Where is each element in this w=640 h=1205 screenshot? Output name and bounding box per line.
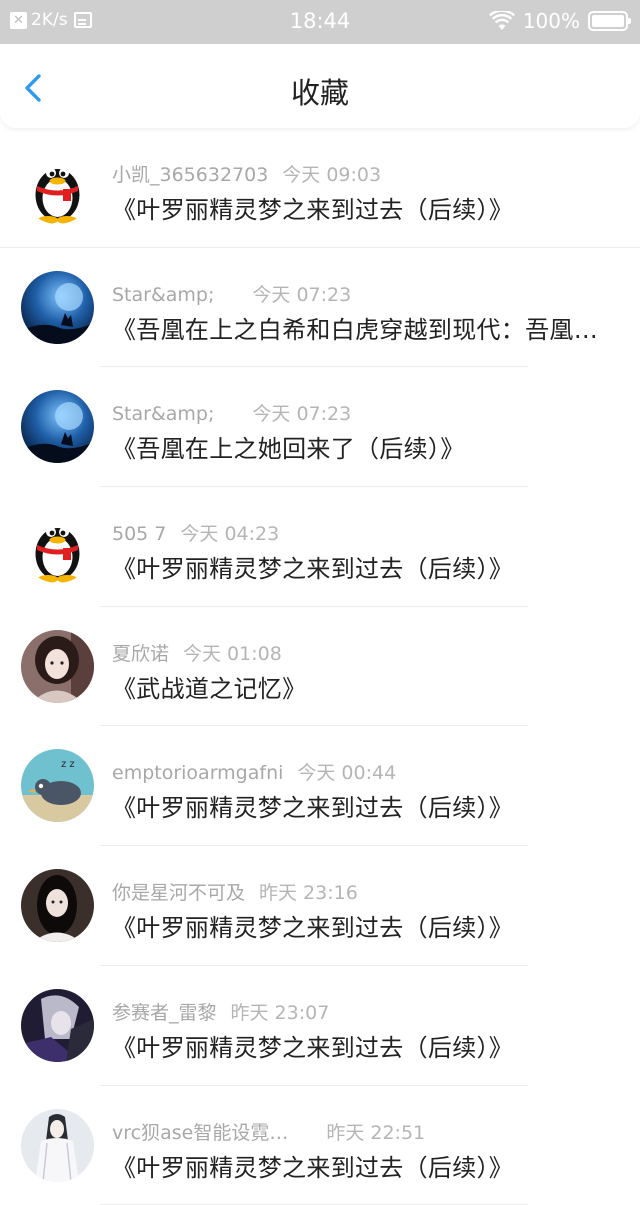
username: Star&amp; <box>112 403 215 426</box>
item-meta: 505 7 今天 04:23 <box>112 519 279 546</box>
username: 505 7 <box>112 523 167 546</box>
avatar <box>21 390 94 464</box>
cartoon-bird-avatar-image: z z <box>21 749 94 823</box>
timestamp: 今天 04:23 <box>180 523 280 546</box>
item-meta: emptorioarmgafni 今天 00:44 <box>112 758 396 785</box>
item-meta: 小凯_365632703 今天 09:03 <box>112 160 381 187</box>
username: emptorioarmgafni <box>112 762 284 785</box>
item-title: 《叶罗丽精灵梦之来到过去（后续）》 <box>112 914 514 943</box>
list-item[interactable]: 小凯_365632703 今天 09:03 《叶罗丽精灵梦之来到过去（后续）》 <box>0 128 640 248</box>
favorites-list: 小凯_365632703 今天 09:03 《叶罗丽精灵梦之来到过去（后续）》 S… <box>0 128 640 1205</box>
qq-penguin-icon <box>21 510 94 584</box>
item-meta: Star&amp; 今天 07:23 <box>112 280 351 307</box>
avatar: z z <box>21 749 94 823</box>
list-item[interactable]: Star&amp; 今天 07:23 《吾凰在上之白希和白虎穿越到现代：吾凰… <box>0 248 640 368</box>
girl-dark-hair-avatar-image <box>21 869 94 943</box>
battery-level: 100% <box>522 9 580 33</box>
list-item[interactable]: 你是星河不可及 昨天 23:16 《叶罗丽精灵梦之来到过去（后续）》 <box>0 846 640 966</box>
list-item[interactable]: 505 7 今天 04:23 《叶罗丽精灵梦之来到过去（后续）》 <box>0 487 640 607</box>
night-sky-avatar-image <box>21 390 94 464</box>
timestamp: 今天 01:08 <box>183 642 282 665</box>
item-meta: Star&amp; 今天 07:23 <box>112 399 351 426</box>
username: 夏欣诺 <box>112 642 170 665</box>
item-title: 《叶罗丽精灵梦之来到过去（后续）》 <box>112 555 514 584</box>
timestamp: 今天 07:23 <box>252 283 352 306</box>
timestamp: 昨天 22:51 <box>326 1121 426 1144</box>
list-item[interactable]: Star&amp; 今天 07:23 《吾凰在上之她回来了（后续）》 <box>0 367 640 488</box>
username: vrc狈ase智能设霓… <box>112 1121 289 1144</box>
item-title: 《叶罗丽精灵梦之来到过去（后续）》 <box>112 196 514 224</box>
item-meta: 参赛者_雷黎 昨天 23:07 <box>112 998 329 1025</box>
avatar <box>21 1108 94 1182</box>
item-meta: 夏欣诺 今天 01:08 <box>112 639 282 666</box>
username: 参赛者_雷黎 <box>112 1001 217 1024</box>
avatar <box>21 629 94 703</box>
anime-dark-avatar-image <box>21 988 94 1062</box>
item-title: 《吾凰在上之她回来了（后续）》 <box>112 435 465 464</box>
svg-text:z z: z z <box>61 759 75 770</box>
item-meta: vrc狈ase智能设霓… 昨天 22:51 <box>112 1118 425 1145</box>
item-title: 《叶罗丽精灵梦之来到过去（后续）》 <box>112 1153 514 1182</box>
item-meta: 你是星河不可及 昨天 23:16 <box>112 878 358 905</box>
girl-portrait-avatar-image <box>21 629 94 703</box>
username: 小凯_365632703 <box>112 164 269 186</box>
wifi-icon <box>488 11 515 30</box>
avatar <box>21 510 94 584</box>
timestamp: 今天 00:44 <box>297 762 397 785</box>
qq-penguin-icon <box>21 151 94 224</box>
night-sky-avatar-image <box>21 270 94 344</box>
timestamp: 昨天 23:16 <box>259 882 358 905</box>
battery-icon <box>588 11 631 31</box>
avatar <box>21 270 94 344</box>
status-right: 100% <box>488 9 631 33</box>
list-item[interactable]: vrc狈ase智能设霓… 昨天 22:51 《叶罗丽精灵梦之来到过去（后续）》 <box>0 1086 640 1205</box>
list-item[interactable]: 参赛者_雷黎 昨天 23:07 《叶罗丽精灵梦之来到过去（后续）》 <box>0 966 640 1086</box>
avatar <box>21 988 94 1062</box>
username: Star&amp; <box>112 283 215 306</box>
timestamp: 今天 07:23 <box>252 403 352 426</box>
timestamp: 昨天 23:07 <box>230 1001 330 1024</box>
timestamp: 今天 09:03 <box>282 164 382 186</box>
avatar <box>21 869 94 943</box>
page-title: 收藏 <box>290 76 349 110</box>
username: 你是星河不可及 <box>112 882 246 905</box>
item-title: 《武战道之记忆》 <box>112 674 307 703</box>
avatar <box>21 151 94 224</box>
item-title: 《吾凰在上之白希和白虎穿越到现代：吾凰… <box>112 315 598 344</box>
status-bar: ✕ 2K/s 18:44 100% <box>0 0 640 44</box>
list-item[interactable]: z z emptorioarmgafni 今天 00:44 《叶罗丽精灵梦之来到过… <box>0 726 640 847</box>
item-title: 《叶罗丽精灵梦之来到过去（后续）》 <box>112 1033 514 1062</box>
list-item[interactable]: 夏欣诺 今天 01:08 《武战道之记忆》 <box>0 607 640 727</box>
item-title: 《叶罗丽精灵梦之来到过去（后续）》 <box>112 794 514 823</box>
nav-bar: 收藏 <box>0 44 640 128</box>
anime-white-robe-avatar-image <box>21 1108 94 1182</box>
